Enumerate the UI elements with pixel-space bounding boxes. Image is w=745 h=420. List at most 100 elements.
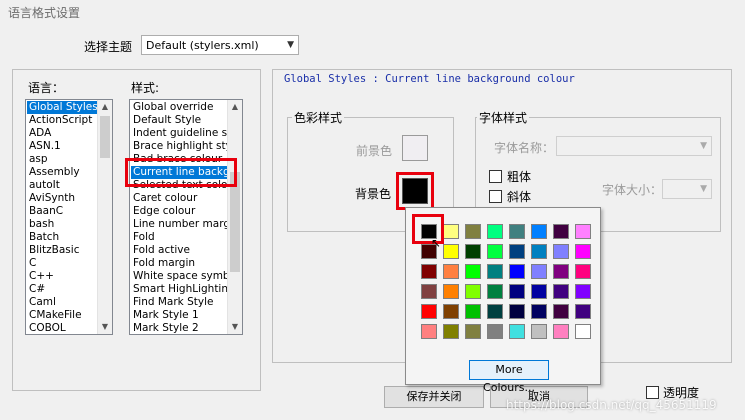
language-item[interactable]: Global Styles <box>27 101 97 114</box>
style-item[interactable]: Mark Style 1 <box>131 309 227 322</box>
language-listbox[interactable]: Global Styles ActionScript ADA ASN.1 asp Asse… <box>25 99 113 335</box>
color-swatch[interactable] <box>443 324 459 339</box>
language-item[interactable]: BaanC <box>27 205 97 218</box>
language-item[interactable]: C <box>27 257 97 270</box>
color-swatch[interactable] <box>421 264 437 279</box>
bold-checkbox-row[interactable]: 粗体 <box>489 168 531 185</box>
color-swatch[interactable] <box>443 264 459 279</box>
color-swatch[interactable] <box>575 224 591 239</box>
scroll-thumb[interactable] <box>230 172 240 272</box>
scroll-up-icon[interactable]: ▲ <box>228 100 242 114</box>
color-swatch[interactable] <box>465 244 481 259</box>
color-swatch[interactable] <box>509 264 525 279</box>
color-swatch[interactable] <box>465 224 481 239</box>
color-swatch[interactable] <box>575 324 591 339</box>
more-colours-button[interactable]: More Colours... <box>469 360 549 394</box>
scroll-up-icon[interactable]: ▲ <box>98 100 112 114</box>
scroll-down-icon[interactable]: ▼ <box>228 320 242 334</box>
style-item[interactable]: Default Style <box>131 114 227 127</box>
language-item[interactable]: ADA <box>27 127 97 140</box>
style-item[interactable]: Caret colour <box>131 192 227 205</box>
language-scrollbar[interactable]: ▲ ▼ <box>97 100 112 334</box>
language-item[interactable]: COBOL <box>27 322 97 334</box>
color-swatch[interactable] <box>575 284 591 299</box>
save-close-button[interactable]: 保存并关闭 <box>384 386 484 408</box>
language-item[interactable]: C++ <box>27 270 97 283</box>
color-swatch[interactable] <box>531 224 547 239</box>
color-swatch[interactable] <box>421 304 437 319</box>
color-swatch[interactable] <box>487 284 503 299</box>
color-swatch[interactable] <box>553 224 569 239</box>
style-item[interactable]: Indent guideline sty <box>131 127 227 140</box>
color-swatch[interactable] <box>421 284 437 299</box>
color-swatch[interactable] <box>509 244 525 259</box>
style-item[interactable]: Fold margin <box>131 257 227 270</box>
style-item[interactable]: Global override <box>131 101 227 114</box>
language-item[interactable]: ASN.1 <box>27 140 97 153</box>
color-swatch[interactable] <box>575 264 591 279</box>
italic-checkbox[interactable] <box>489 190 502 203</box>
color-swatch[interactable] <box>465 264 481 279</box>
italic-checkbox-row[interactable]: 斜体 <box>489 188 531 205</box>
language-item[interactable]: Caml <box>27 296 97 309</box>
color-swatch[interactable] <box>421 324 437 339</box>
style-item[interactable]: Brace highlight style <box>131 140 227 153</box>
color-swatch[interactable] <box>443 244 459 259</box>
language-item[interactable]: AviSynth <box>27 192 97 205</box>
language-item[interactable]: bash <box>27 218 97 231</box>
style-item[interactable]: Line number margin <box>131 218 227 231</box>
language-item[interactable]: C# <box>27 283 97 296</box>
color-swatch[interactable] <box>487 304 503 319</box>
style-scrollbar[interactable]: ▲ ▼ <box>227 100 242 334</box>
style-item[interactable]: Fold <box>131 231 227 244</box>
color-swatch[interactable] <box>509 324 525 339</box>
language-item[interactable]: CMakeFile <box>27 309 97 322</box>
color-swatch[interactable] <box>531 304 547 319</box>
color-swatch[interactable] <box>487 324 503 339</box>
style-item[interactable]: Mark Style 2 <box>131 322 227 334</box>
language-item[interactable]: BlitzBasic <box>27 244 97 257</box>
color-swatch[interactable] <box>553 284 569 299</box>
theme-select[interactable]: Default (stylers.xml) ▼ <box>141 35 299 55</box>
color-swatch[interactable] <box>531 324 547 339</box>
style-listbox[interactable]: Global override Default Style Indent guide… <box>129 99 243 335</box>
color-swatch[interactable] <box>553 324 569 339</box>
color-swatch[interactable] <box>465 304 481 319</box>
bold-checkbox[interactable] <box>489 170 502 183</box>
style-item[interactable]: Edge colour <box>131 205 227 218</box>
language-item[interactable]: autoIt <box>27 179 97 192</box>
color-swatch[interactable] <box>465 284 481 299</box>
scroll-thumb[interactable] <box>100 116 110 158</box>
foreground-color-swatch[interactable] <box>402 135 428 161</box>
style-item[interactable]: Smart HighLighting <box>131 283 227 296</box>
color-swatch[interactable] <box>575 304 591 319</box>
language-item[interactable]: ActionScript <box>27 114 97 127</box>
scroll-down-icon[interactable]: ▼ <box>98 320 112 334</box>
color-swatch[interactable] <box>443 304 459 319</box>
color-swatch[interactable] <box>509 284 525 299</box>
color-swatch[interactable] <box>443 224 459 239</box>
style-item[interactable]: Find Mark Style <box>131 296 227 309</box>
language-item[interactable]: asp <box>27 153 97 166</box>
color-swatch[interactable] <box>531 264 547 279</box>
color-swatch[interactable] <box>443 284 459 299</box>
color-swatch[interactable] <box>487 264 503 279</box>
font-name-select[interactable]: ▼ <box>556 136 712 156</box>
color-swatch[interactable] <box>553 304 569 319</box>
style-item[interactable]: Fold active <box>131 244 227 257</box>
font-size-select[interactable]: ▼ <box>662 179 712 199</box>
color-swatch[interactable] <box>553 244 569 259</box>
language-item[interactable]: Assembly <box>27 166 97 179</box>
background-color-swatch[interactable] <box>402 178 428 204</box>
color-swatch[interactable] <box>509 304 525 319</box>
color-swatch[interactable] <box>465 324 481 339</box>
color-swatch[interactable] <box>531 244 547 259</box>
color-swatch[interactable] <box>487 244 503 259</box>
color-swatch[interactable] <box>531 284 547 299</box>
language-item[interactable]: Batch <box>27 231 97 244</box>
color-swatch[interactable] <box>487 224 503 239</box>
color-swatch[interactable] <box>509 224 525 239</box>
color-swatch[interactable] <box>575 244 591 259</box>
color-swatch[interactable] <box>553 264 569 279</box>
style-item[interactable]: White space symbo <box>131 270 227 283</box>
